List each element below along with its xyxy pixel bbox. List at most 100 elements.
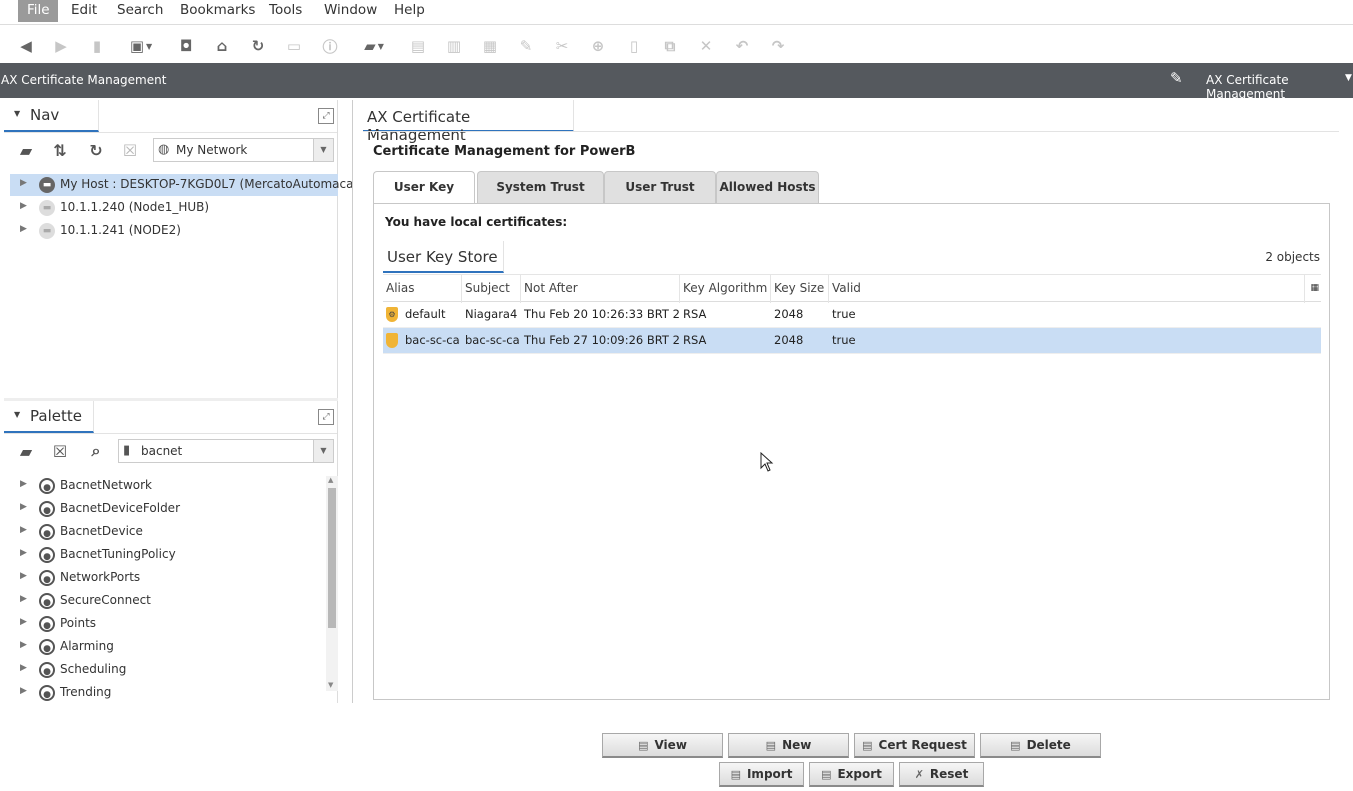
open-folder-icon[interactable]: ▰ ▼ [356,36,392,56]
tab-user-trust-store[interactable]: User Trust Store [604,171,716,225]
scroll-thumb[interactable] [328,488,336,628]
column-subject[interactable]: Subject [462,275,521,303]
expand-icon[interactable]: ▶ [20,178,27,188]
find-icon[interactable]: ⌕ [85,440,107,462]
export-icon[interactable]: ▦ [479,36,501,56]
new-button[interactable]: ▤ New [728,733,849,758]
menu-search[interactable]: Search [117,0,163,22]
redo-icon[interactable]: ↷ [767,36,789,56]
side-bar-icon[interactable]: ▣ ▼ [123,36,159,56]
nav-item[interactable]: ▶ ▬ My Host : DESKTOP-7KGD0L7 (MercatoAu… [10,174,366,196]
expand-icon[interactable]: ▶ [20,502,27,512]
delete-icon[interactable]: ✕ [695,36,717,56]
palette-item[interactable]: ▶ ● NetworkPorts [10,567,320,589]
expand-icon[interactable]: ▶ [20,571,27,581]
palette-scrollbar[interactable]: ▲ ▼ [326,476,338,691]
palette-item[interactable]: ▶ ● Alarming [10,636,320,658]
cut-icon[interactable]: ✂ [551,36,573,56]
chevron-down-icon[interactable]: ▼ [313,440,333,462]
palette-item-label: SecureConnect [60,593,151,607]
palette-item[interactable]: ▶ ● BacnetTuningPolicy [10,544,320,566]
export-button[interactable]: ▤ Export [809,762,894,787]
scroll-down-icon[interactable]: ▼ [328,681,333,689]
table-row[interactable]: bac-sc-ca bac-sc-ca Thu Feb 27 10:09:26 BR… [383,328,1321,354]
save-icon[interactable]: ▤ [407,36,429,56]
main-tab[interactable]: AX Certificate Management [363,100,574,144]
nav-item[interactable]: ▶ ▬ 10.1.1.240 (Node1_HUB) [10,197,338,219]
collapse-icon[interactable]: ▼ [14,109,20,118]
palette-item[interactable]: ▶ ● Scheduling [10,659,320,681]
back-icon[interactable]: ◀ [15,36,37,56]
import-button[interactable]: ▤ Import [719,762,804,787]
menu-edit[interactable]: Edit [71,0,97,22]
column-chooser-icon[interactable]: ▦ [1310,283,1319,293]
menu-help[interactable]: Help [394,0,425,22]
expand-icon[interactable]: ▶ [20,663,27,673]
palette-module-select[interactable]: ▮ bacnet ▼ [118,439,334,463]
pencil-icon[interactable]: ✎ [1170,69,1183,87]
copy-icon[interactable]: ⊕ [587,36,609,56]
close-icon[interactable]: ☒ [119,139,141,161]
view-selector[interactable]: AX Certificate Management [1206,73,1353,101]
expand-icon[interactable]: ▶ [20,525,27,535]
maximize-icon[interactable]: ⤢ [318,409,334,425]
new-folder-icon[interactable]: ▰ [15,139,37,161]
menu-tools[interactable]: Tools [269,0,302,22]
home-icon[interactable]: ⌂ [211,36,233,56]
expand-icon[interactable]: ▶ [20,594,27,604]
expand-icon[interactable]: ▶ [20,548,27,558]
chevron-down-icon[interactable]: ▼ [313,139,333,161]
alias-text: bac-sc-ca [405,333,460,347]
delete-button[interactable]: ▤ Delete [980,733,1101,758]
palette-item[interactable]: ▶ ● BacnetDevice [10,521,320,543]
palette-item[interactable]: ▶ ● Points [10,613,320,635]
sort-icon[interactable]: ⇅ [49,139,71,161]
column-valid[interactable]: Valid [829,275,1305,303]
view-button[interactable]: ▤ View [602,733,723,758]
menu-window[interactable]: Window [324,0,377,22]
column-alias[interactable]: Alias [383,275,462,303]
undo-icon[interactable]: ↶ [731,36,753,56]
expand-icon[interactable]: ▶ [20,224,27,234]
scroll-up-icon[interactable]: ▲ [328,476,333,484]
paste-icon[interactable]: ▯ [623,36,645,56]
palette-item[interactable]: ▶ ● SecureConnect [10,590,320,612]
cert-request-button[interactable]: ▤ Cert Request [854,733,975,758]
info-icon[interactable]: ⓘ [319,36,341,56]
open-folder-icon[interactable]: ▰ [15,440,37,462]
recent-icon[interactable]: ▭ [283,36,305,56]
collapse-icon[interactable]: ▼ [14,410,20,419]
duplicate-icon[interactable]: ⧉ [659,36,681,56]
column-key-size[interactable]: Key Size [771,275,829,303]
tab-system-trust-store[interactable]: System Trust Store [477,171,604,225]
toolbar: ◀ ▶ ▮ ▣ ▼ ◘ ⌂ ↻ ▭ ⓘ ▰ ▼ ▤ ▥ ▦ ✎ ✂ ⊕ ▯ ⧉ ✕ … [0,30,1353,63]
close-icon[interactable]: ☒ [49,440,71,462]
tab-user-key-store[interactable]: User Key Store [373,171,475,225]
expand-icon[interactable]: ▶ [20,617,27,627]
maximize-icon[interactable]: ⤢ [318,108,334,124]
column-not-after[interactable]: Not After [521,275,680,303]
nav-scope-select[interactable]: ◍ My Network ▼ [153,138,334,162]
expand-icon[interactable]: ▶ [20,479,27,489]
palette-item[interactable]: ▶ ● Trending [10,682,320,704]
expand-icon[interactable]: ▶ [20,640,27,650]
tab-allowed-hosts[interactable]: Allowed Hosts [716,171,819,204]
palette-item[interactable]: ▶ ● BacnetDeviceFolder [10,498,320,520]
expand-icon[interactable]: ▶ [20,686,27,696]
chevron-down-icon[interactable]: ▼ [1345,73,1352,83]
expand-icon[interactable]: ▶ [20,201,27,211]
column-key-algorithm[interactable]: Key Algorithm [680,275,771,303]
table-row[interactable]: ⚙ default Niagara4 Thu Feb 20 10:26:33 BRT … [383,302,1321,328]
bookmark-icon[interactable]: ◘ [175,36,197,56]
up-level-icon[interactable]: ▮ [86,36,108,56]
edit-icon[interactable]: ✎ [515,36,537,56]
reset-button[interactable]: ✗ Reset [899,762,984,787]
palette-item[interactable]: ▶ ● BacnetNetwork [10,475,320,497]
menu-file[interactable]: File [18,0,58,22]
refresh-icon[interactable]: ↻ [85,139,107,161]
nav-item[interactable]: ▶ ▬ 10.1.1.241 (NODE2) [10,220,338,242]
forward-icon[interactable]: ▶ [50,36,72,56]
refresh-icon[interactable]: ↻ [247,36,269,56]
menu-bookmarks[interactable]: Bookmarks [180,0,255,22]
save-all-icon[interactable]: ▥ [443,36,465,56]
